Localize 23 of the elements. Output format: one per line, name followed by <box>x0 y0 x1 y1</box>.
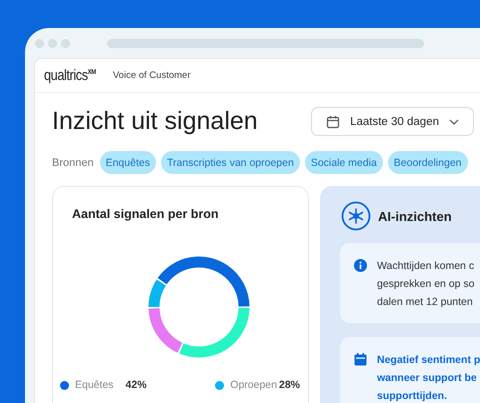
legend-label: Oproepen <box>230 379 277 391</box>
legend-value: 42% <box>126 379 147 391</box>
window-controls-icon <box>34 38 70 48</box>
source-chip[interactable]: Enquêtes <box>100 151 156 174</box>
chevron-down-icon <box>449 118 459 124</box>
source-chip[interactable]: Sociale media <box>304 151 383 174</box>
source-chip[interactable]: Transcripties van oproepen <box>160 151 300 174</box>
calendar-icon <box>326 114 340 128</box>
source-chip[interactable]: Beoordelingen <box>388 151 468 174</box>
legend-label: Equêtes <box>75 379 114 391</box>
legend-value: 28% <box>278 379 300 391</box>
info-icon <box>354 259 367 272</box>
insight-text: Wachttijden komen c gesprekken en op so dalen met 12 punten <box>377 259 474 310</box>
product-name: Voice of Customer <box>112 70 190 81</box>
calendar-icon <box>354 353 367 366</box>
sparkle-icon <box>341 201 371 231</box>
page-title: Inzicht uit signalen <box>52 107 258 136</box>
logo: qualtrics$^{XM}$ <box>44 67 96 84</box>
card-title: Aantal signalen per bron <box>72 207 220 221</box>
panel-title: AI-inzichten <box>378 208 452 224</box>
date-range-button[interactable]: Laatste 30 dagen <box>311 107 474 136</box>
sources-label: Bronnen <box>52 156 94 168</box>
insight-text: Negatief sentiment p wanneer support be supporttijden. <box>377 353 480 403</box>
